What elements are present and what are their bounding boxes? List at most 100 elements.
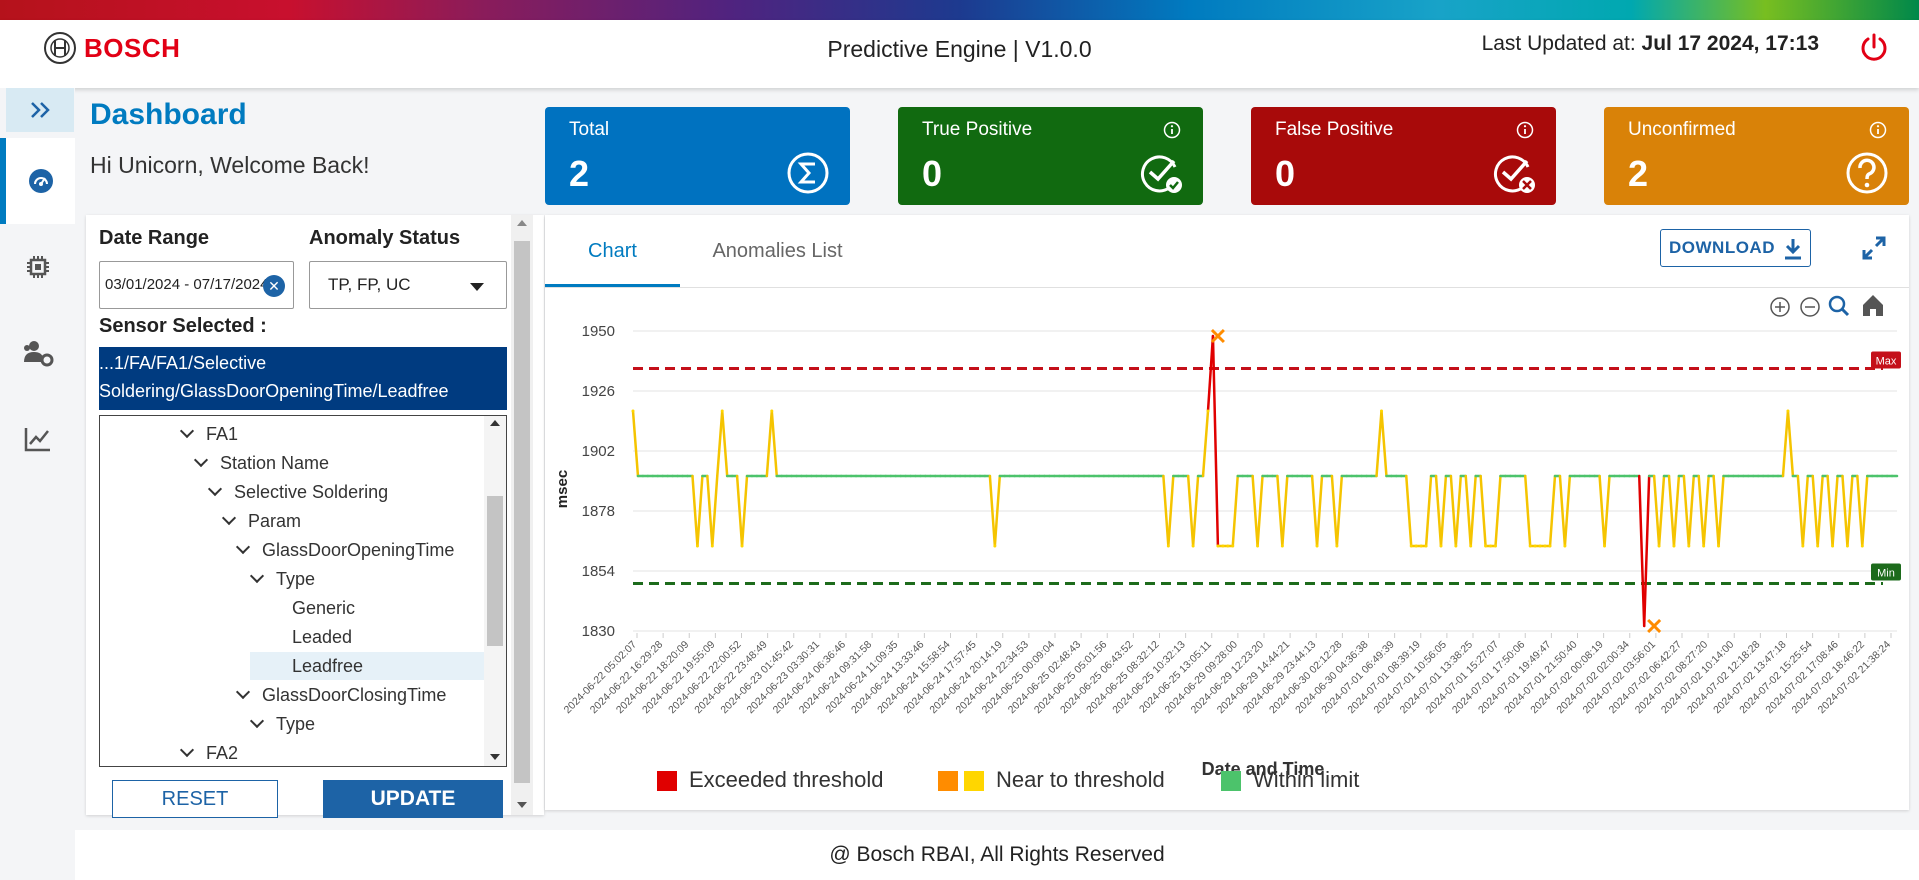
tree-node[interactable]: Param [221,507,301,535]
chart-legend: Exceeded threshold Near to threshold Wit… [657,767,1557,797]
fullscreen-icon[interactable] [1861,235,1887,261]
sidebar-item-analytics[interactable] [0,396,75,482]
series-segment [1201,409,1210,478]
near-threshold-point [720,409,724,413]
speedometer-icon [28,169,53,193]
y-axis-label: msec [554,470,571,508]
near-threshold-point [1414,544,1418,548]
reset-button[interactable]: RESET [112,780,278,818]
near-threshold-point [1216,544,1220,548]
sensor-tree: FA1 Station Name Selective Soldering Par… [99,415,507,767]
card-tp-label: True Positive [922,119,1033,140]
near-threshold-point [1603,544,1607,548]
legend-label-near: Near to threshold [996,767,1165,792]
scroll-down-icon[interactable] [511,797,533,813]
tree-node[interactable]: GlassDoorClosingTime [235,681,446,709]
line-chart-icon [24,428,50,452]
anomaly-status-value: TP, FP, UC [328,275,411,294]
tree-node[interactable]: FA2 [179,739,238,766]
clear-date-icon[interactable]: ✕ [263,275,285,297]
series-segment [716,409,724,478]
sidebar-expand-button[interactable] [6,88,74,132]
near-threshold-point [1845,544,1849,548]
card-total-label: Total [569,119,610,140]
page-title: Dashboard [90,98,247,131]
near-threshold-point [1484,544,1488,548]
near-threshold-point [1533,544,1537,548]
series-segment [631,409,640,478]
tree-leaf[interactable]: Leaded [292,623,352,651]
zoom-in-icon[interactable] [1770,297,1790,317]
info-icon[interactable] [1869,121,1887,139]
near-threshold-point [1191,544,1195,548]
y-tick-label: 1854 [582,563,615,580]
card-unconfirmed[interactable]: Unconfirmed 2 [1604,107,1909,205]
caret-down-icon [470,283,484,291]
scroll-down-icon[interactable] [484,750,506,764]
legend-label-within: Within limit [1253,767,1360,792]
series-segment [1781,409,1790,478]
info-icon[interactable] [1516,121,1534,139]
sensor-path-line2: Soldering/GlassDoorOpeningTime/Leadfree [99,381,449,401]
legend-swatch-exceeded [657,771,677,791]
sidebar-item-dashboard[interactable] [0,138,75,224]
tree-leaf[interactable]: Generic [292,594,355,622]
sidebar-item-users[interactable] [0,310,75,396]
tab-anomalies-list[interactable]: Anomalies List [680,215,875,287]
tree-node[interactable]: Type [249,710,315,738]
tree-node[interactable]: Type [249,565,315,593]
tree-leaf-selected[interactable]: Leadfree [292,652,363,680]
download-label: DOWNLOAD [1669,238,1775,257]
near-threshold-point [1538,544,1542,548]
near-threshold-point [1548,544,1552,548]
near-threshold-point [1424,544,1428,548]
y-tick-label: 1926 [582,383,615,400]
card-true-positive[interactable]: True Positive 0 [898,107,1203,205]
info-icon[interactable] [1163,121,1181,139]
y-tick-label: 1830 [582,623,615,640]
home-icon[interactable] [1863,295,1883,316]
near-threshold-point [1226,544,1230,548]
download-icon [1785,239,1801,260]
zoom-out-icon[interactable] [1800,297,1820,317]
tree-node[interactable]: FA1 [179,420,238,448]
anomaly-line-chart: 195019261902187818541830 MaxMin 2024-06-… [554,295,1901,779]
power-icon[interactable] [1857,30,1891,64]
near-threshold-point [1543,544,1547,548]
filter-panel-scrollbar[interactable] [511,215,533,815]
card-false-positive[interactable]: False Positive 0 [1251,107,1556,205]
tree-scrollbar[interactable] [484,416,506,766]
near-threshold-point [1221,544,1225,548]
sidebar-item-devices[interactable] [0,224,75,310]
tree-node[interactable]: GlassDoorOpeningTime [235,536,454,564]
near-threshold-point [1409,544,1413,548]
question-icon [1846,152,1888,194]
sensor-selected-value: ...1/FA/FA1/Selective Soldering/GlassDoo… [99,347,507,410]
download-button[interactable]: DOWNLOAD [1660,229,1811,267]
date-range-label: Date Range [99,227,210,249]
near-threshold-point [1786,409,1790,413]
last-updated-value: Jul 17 2024, 17:13 [1641,32,1819,55]
selection-zoom-icon[interactable] [1828,295,1850,317]
series-segment [1375,409,1383,478]
filter-scroll-thumb[interactable] [514,241,530,783]
near-threshold-point [1489,544,1493,548]
y-tick-label: 1902 [582,443,615,460]
chart-panel: Chart Anomalies List DOWNLOAD 1950 1926 19… [545,215,1909,810]
tree-node[interactable]: Station Name [193,449,329,477]
near-threshold-point [1231,544,1235,548]
near-threshold-point [740,544,744,548]
chip-icon [26,256,49,278]
y-tick-label: 1950 [582,323,615,340]
near-threshold-point [1816,544,1820,548]
tab-chart[interactable]: Chart [545,215,680,287]
check-badge-icon [1140,155,1182,193]
card-total[interactable]: Total 2 [545,107,850,205]
anomaly-status-select[interactable]: TP, FP, UC [309,261,507,309]
update-button[interactable]: UPDATE [323,780,503,818]
tree-selected-highlight [250,652,486,680]
scroll-up-icon[interactable] [511,215,533,231]
tree-scroll-thumb[interactable] [487,496,503,646]
tree-node[interactable]: Selective Soldering [207,478,388,506]
scroll-up-icon[interactable] [484,416,506,430]
